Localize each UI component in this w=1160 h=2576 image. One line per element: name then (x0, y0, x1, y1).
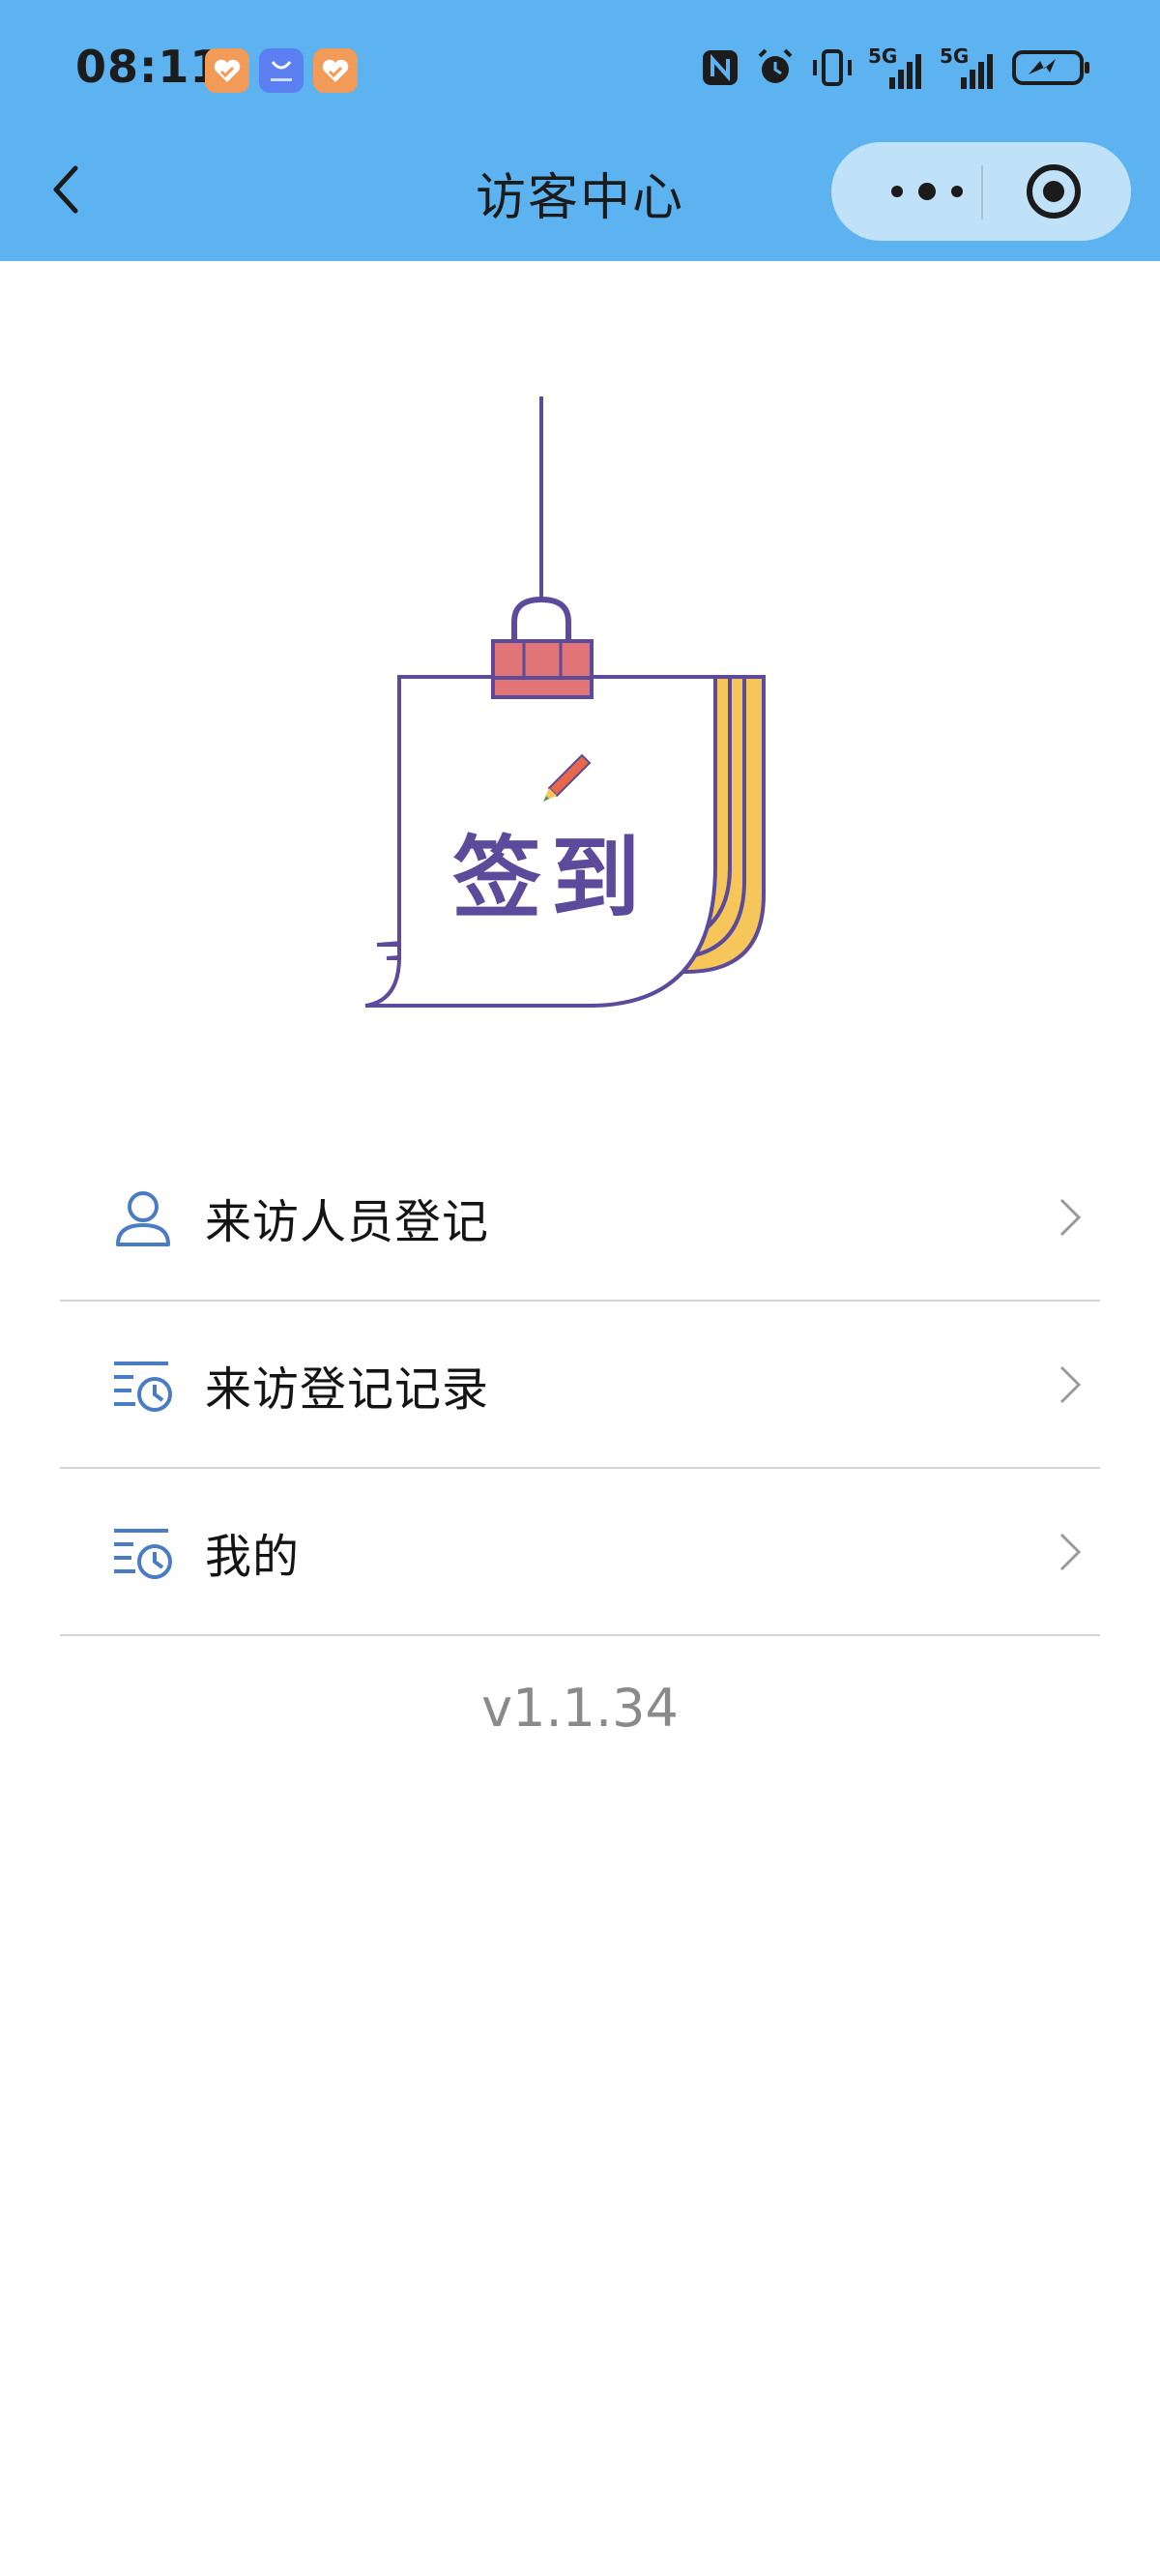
chevron-right-icon (1054, 1360, 1087, 1410)
more-button[interactable] (874, 169, 980, 214)
menu-item-label: 来访人员登记 (205, 1194, 490, 1249)
signal-5g-icon: 5G (940, 44, 998, 91)
list-clock-icon (112, 1354, 174, 1416)
header-bar: 08:11 5G 5G 访客中心 (0, 0, 1160, 261)
sign-in-text: 签到 (452, 827, 650, 930)
nfc-icon (700, 47, 740, 92)
status-indicators: 5G 5G (700, 44, 1092, 93)
status-time: 08:11 (75, 41, 222, 93)
vibrate-icon (810, 46, 855, 93)
close-program-button[interactable] (1025, 162, 1083, 220)
more-dots-icon (891, 183, 963, 200)
person-icon (112, 1186, 174, 1248)
honor-store-icon (259, 48, 304, 93)
version-label: v1.1.34 (481, 1678, 679, 1739)
chevron-right-icon (1054, 1527, 1087, 1577)
target-circle-icon (1027, 164, 1081, 219)
health-app-icon (313, 48, 358, 93)
menu-item-mine[interactable]: 我的 (60, 1469, 1100, 1636)
signal-5g-icon: 5G (868, 44, 926, 91)
battery-charging-icon (1011, 47, 1092, 92)
menu-item-label: 来访登记记录 (205, 1361, 490, 1417)
alarm-icon (754, 46, 797, 93)
list-clock-icon (112, 1521, 174, 1583)
capsule-divider (981, 165, 983, 220)
health-app-icon (205, 48, 249, 93)
menu-item-label: 我的 (205, 1529, 301, 1584)
sign-in-illustration: 签到 (358, 392, 783, 1068)
menu-list: 来访人员登记 来访登记记录 我的 (60, 1134, 1100, 1636)
mini-program-capsule (831, 142, 1131, 241)
chevron-right-icon (1054, 1192, 1087, 1243)
menu-item-visitor-register[interactable]: 来访人员登记 (60, 1134, 1100, 1302)
menu-item-visit-records[interactable]: 来访登记记录 (60, 1302, 1100, 1469)
